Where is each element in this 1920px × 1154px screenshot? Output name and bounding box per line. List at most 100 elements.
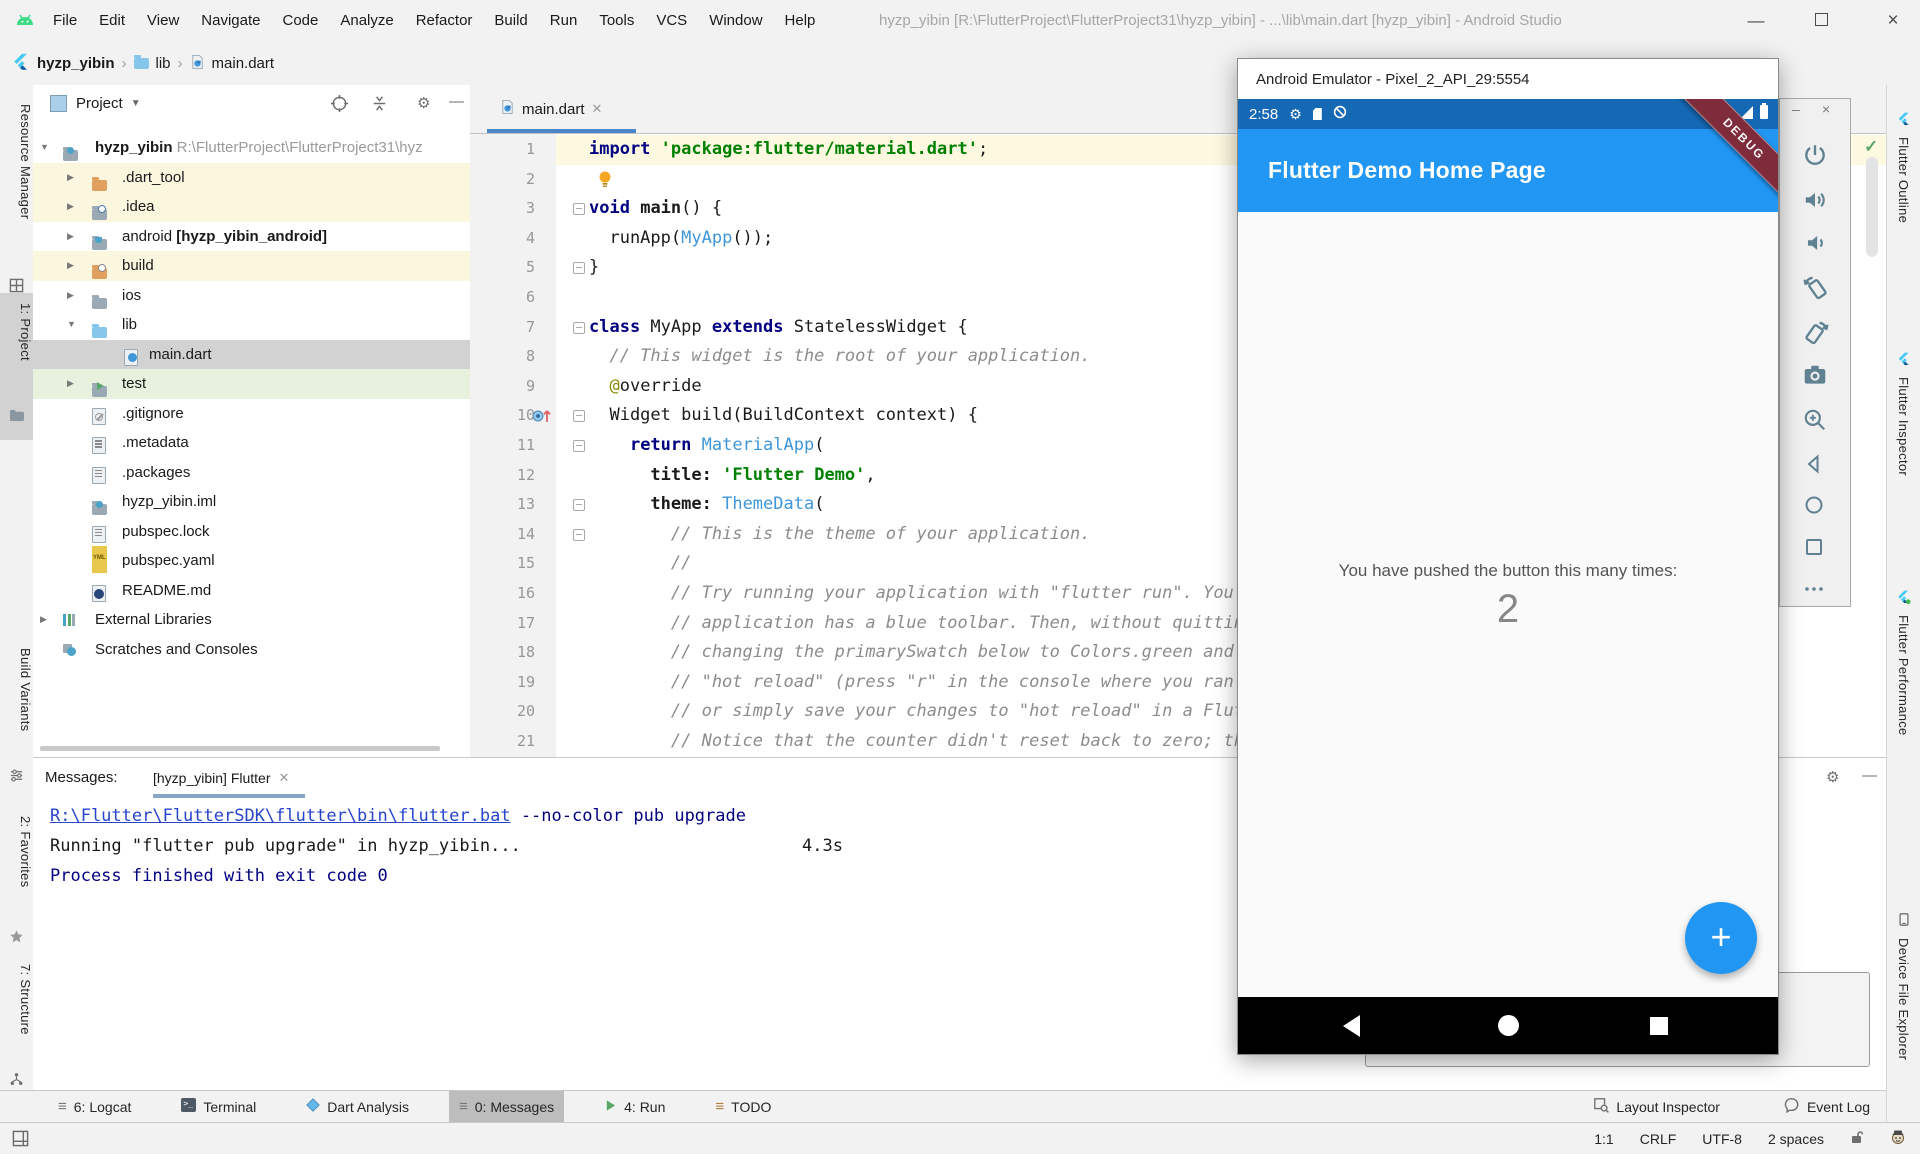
- menu-item-view[interactable]: View: [136, 0, 190, 42]
- window-minimize-button[interactable]: —: [1734, 0, 1778, 42]
- emulator-camera-icon[interactable]: [1802, 362, 1830, 390]
- hide-panel-icon[interactable]: —: [1862, 767, 1877, 784]
- tree-item-ios[interactable]: ▶•••ios: [33, 281, 470, 311]
- emulator-rotate-left-icon[interactable]: [1802, 273, 1830, 301]
- flutter-bat-link[interactable]: R:\Flutter\FlutterSDK\flutter\bin\flutte…: [50, 806, 511, 826]
- emulator-close-button[interactable]: ×: [1822, 101, 1830, 117]
- tool-window-button-event-log[interactable]: Event Log: [1774, 1091, 1880, 1122]
- emulator-more-icon[interactable]: [1802, 577, 1830, 605]
- tool-window-button-layout-inspector[interactable]: Layout Inspector: [1583, 1091, 1730, 1122]
- menu-item-analyze[interactable]: Analyze: [329, 0, 404, 42]
- fold-marker[interactable]: [573, 203, 585, 215]
- tool-button-1-project[interactable]: 1: Project: [0, 303, 33, 361]
- tool-window-button-todo[interactable]: ≡TODO: [705, 1091, 781, 1122]
- inspections-ok-check-icon[interactable]: ✓: [1864, 137, 1878, 157]
- menu-item-vcs[interactable]: VCS: [645, 0, 698, 42]
- window-close-button[interactable]: ×: [1871, 0, 1915, 42]
- tab-main-dart[interactable]: main.dart ✕: [487, 85, 636, 133]
- tree-item--dart-tool[interactable]: ▶.dart_tool: [33, 163, 470, 193]
- tree-item-scratches-and-consoles[interactable]: Scratches and Consoles: [33, 635, 470, 665]
- intention-bulb-icon[interactable]: [598, 170, 612, 194]
- status-widget-crlf[interactable]: CRLF: [1640, 1131, 1677, 1147]
- tool-button-device-file-explorer[interactable]: Device File Explorer: [1887, 912, 1920, 1060]
- tree-item-main-dart[interactable]: main.dart: [33, 340, 470, 370]
- tree-item--metadata[interactable]: .metadata: [33, 428, 470, 458]
- tree-item--idea[interactable]: ▶.idea: [33, 192, 470, 222]
- horizontal-scrollbar[interactable]: [40, 746, 440, 751]
- tool-window-button-dart-analysis[interactable]: Dart Analysis: [296, 1091, 419, 1122]
- messages-flutter-tab[interactable]: [hyzp_yibin] Flutter ✕: [153, 758, 289, 798]
- tree-item-build[interactable]: ▶build: [33, 251, 470, 281]
- overrides-method-icon[interactable]: [531, 407, 553, 429]
- menu-item-edit[interactable]: Edit: [88, 0, 136, 42]
- breadcrumb-lib[interactable]: lib: [156, 55, 171, 72]
- emulator-back-icon[interactable]: [1802, 452, 1830, 480]
- project-view-label[interactable]: Project: [76, 95, 123, 112]
- increment-fab-button[interactable]: +: [1685, 902, 1757, 974]
- collapsed-arrow-icon[interactable]: ▶: [67, 222, 74, 252]
- tool-button-build-variants[interactable]: Build Variants: [0, 648, 33, 731]
- status-widget-utf-8[interactable]: UTF-8: [1702, 1131, 1742, 1147]
- fold-marker[interactable]: [573, 440, 585, 452]
- tree-item-pubspec-lock[interactable]: pubspec.lock: [33, 517, 470, 547]
- menu-item-build[interactable]: Build: [483, 0, 538, 42]
- tool-window-button-6-logcat[interactable]: ≡6: Logcat: [48, 1091, 141, 1122]
- tool-button-2-favorites[interactable]: 2: Favorites: [0, 816, 33, 888]
- ide-fatal-errors-icon[interactable]: [1890, 1129, 1906, 1148]
- emulator-zoom-icon[interactable]: [1802, 407, 1830, 435]
- breadcrumb-project[interactable]: hyzp_yibin: [37, 55, 115, 72]
- tool-window-button-terminal[interactable]: Terminal: [171, 1091, 266, 1122]
- fold-marker[interactable]: [573, 529, 585, 541]
- emulator-volume-down-icon[interactable]: [1802, 230, 1830, 258]
- tree-item-lib[interactable]: ▼lib: [33, 310, 470, 340]
- emulator-minimize-button[interactable]: –: [1792, 101, 1800, 117]
- collapsed-arrow-icon[interactable]: ▶: [67, 192, 74, 222]
- menu-item-navigate[interactable]: Navigate: [190, 0, 271, 42]
- menu-item-help[interactable]: Help: [774, 0, 827, 42]
- settings-gear-icon[interactable]: ⚙: [1826, 768, 1839, 786]
- tool-button-flutter-inspector[interactable]: Flutter Inspector: [1887, 352, 1920, 476]
- collapsed-arrow-icon[interactable]: ▶: [67, 369, 74, 399]
- emulator-power-icon[interactable]: [1802, 142, 1830, 170]
- status-widget-1-1[interactable]: 1:1: [1594, 1131, 1613, 1147]
- status-widget-2-spaces[interactable]: 2 spaces: [1768, 1131, 1824, 1147]
- emulator-screen[interactable]: 2:58 ⚙ Flutter Demo Home Page DEBUG You …: [1238, 99, 1778, 1054]
- emulator-overview-icon[interactable]: [1802, 535, 1830, 563]
- menu-item-run[interactable]: Run: [539, 0, 589, 42]
- emulator-volume-up-icon[interactable]: [1802, 187, 1830, 215]
- tool-window-button-0-messages[interactable]: ≡0: Messages: [449, 1091, 564, 1122]
- fold-marker[interactable]: [573, 262, 585, 274]
- emulator-home-icon[interactable]: [1802, 493, 1830, 521]
- tool-button-resource-manager[interactable]: Resource Manager: [0, 104, 33, 219]
- locate-file-icon[interactable]: [330, 94, 349, 117]
- tool-window-button-4-run[interactable]: 4: Run: [594, 1091, 675, 1122]
- menu-item-window[interactable]: Window: [698, 0, 773, 42]
- tool-button-flutter-outline[interactable]: Flutter Outline: [1887, 112, 1920, 223]
- collapse-all-icon[interactable]: [370, 94, 389, 117]
- expanded-arrow-icon[interactable]: ▼: [67, 310, 76, 340]
- settings-gear-icon[interactable]: ⚙: [417, 94, 430, 112]
- breadcrumb-file[interactable]: main.dart: [212, 55, 275, 72]
- nav-back-button[interactable]: [1331, 997, 1371, 1054]
- tree-item-hyzp-yibin[interactable]: ▼hyzp_yibin R:\FlutterProject\FlutterPro…: [33, 133, 470, 163]
- tree-item-pubspec-yaml[interactable]: YMLpubspec.yaml: [33, 546, 470, 576]
- emulator-title-bar[interactable]: Android Emulator - Pixel_2_API_29:5554: [1238, 59, 1778, 99]
- tree-item-readme-md[interactable]: ↓README.md: [33, 576, 470, 606]
- menu-item-file[interactable]: File: [42, 0, 88, 42]
- menu-item-code[interactable]: Code: [271, 0, 329, 42]
- editor-scrollbar[interactable]: [1866, 157, 1878, 257]
- collapsed-arrow-icon[interactable]: ▶: [67, 251, 74, 281]
- close-tab-icon[interactable]: ✕: [592, 101, 603, 117]
- fold-marker[interactable]: [573, 499, 585, 511]
- hide-panel-icon[interactable]: —: [449, 93, 464, 110]
- tree-item-test[interactable]: ▶test: [33, 369, 470, 399]
- tree-item--packages[interactable]: .packages: [33, 458, 470, 488]
- collapsed-arrow-icon[interactable]: ▶: [40, 605, 47, 635]
- tree-item-android[interactable]: ▶android [hyzp_yibin_android]: [33, 222, 470, 252]
- close-tab-icon[interactable]: ✕: [279, 758, 290, 798]
- tree-item-external-libraries[interactable]: ▶External Libraries: [33, 605, 470, 635]
- collapsed-arrow-icon[interactable]: ▶: [67, 163, 74, 193]
- tree-item-hyzp-yibin-iml[interactable]: hyzp_yibin.iml: [33, 487, 470, 517]
- fold-marker[interactable]: [573, 322, 585, 334]
- menu-item-refactor[interactable]: Refactor: [405, 0, 484, 42]
